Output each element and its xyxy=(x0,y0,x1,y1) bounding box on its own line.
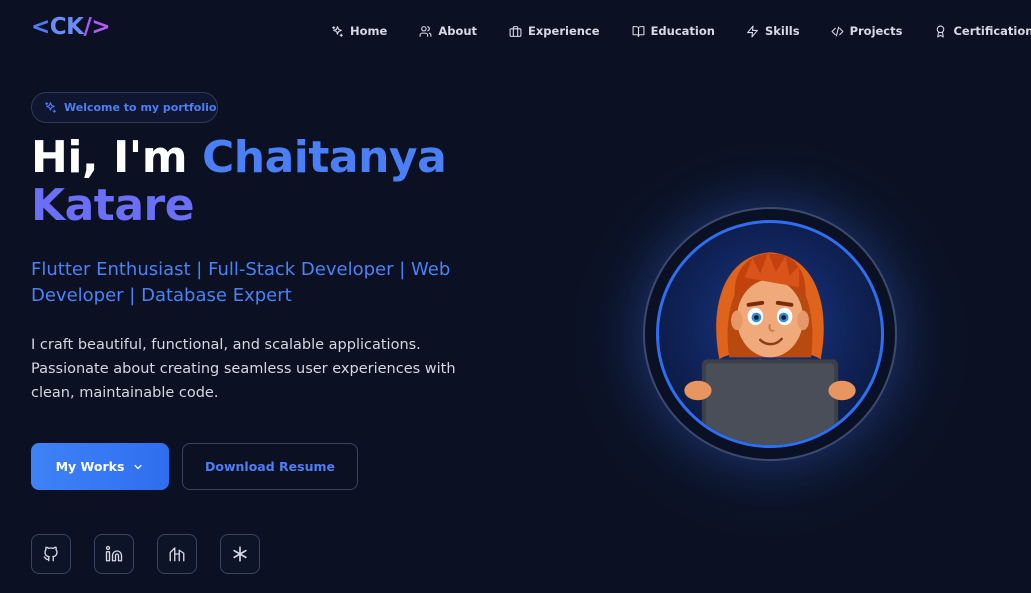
nav-label-projects: Projects xyxy=(849,24,903,38)
nav-label-about: About xyxy=(438,24,478,38)
avatar xyxy=(656,220,884,448)
hero-subtitle: Flutter Enthusiast | Full-Stack Develope… xyxy=(31,259,451,306)
social-links xyxy=(31,534,260,574)
my-works-label: My Works xyxy=(55,459,125,474)
nav-label-education: Education xyxy=(650,24,715,38)
hashnode-icon xyxy=(169,547,185,562)
social-hashnode[interactable] xyxy=(157,534,197,574)
nav-item-certifications[interactable]: Certifications xyxy=(934,22,1031,40)
nav-item-experience[interactable]: Experience xyxy=(509,22,600,40)
download-resume-label: Download Resume xyxy=(205,459,335,474)
asterisk-icon xyxy=(233,546,247,562)
nav-item-home[interactable]: Home xyxy=(331,22,387,40)
nav-label-skills: Skills xyxy=(764,24,800,38)
nav-label-home: Home xyxy=(350,24,388,38)
users-icon xyxy=(419,25,432,37)
sparkles-icon xyxy=(332,25,343,37)
sparkles-icon xyxy=(45,102,56,113)
nav-item-about[interactable]: About xyxy=(419,22,477,40)
logo-bracket-left: < xyxy=(31,14,50,40)
main-nav: Home About Experience Education Skills P… xyxy=(331,22,1031,40)
social-asterisk[interactable] xyxy=(220,534,260,574)
zap-icon xyxy=(747,25,758,37)
hero-description: I craft beautiful, functional, and scala… xyxy=(31,337,456,401)
linkedin-icon xyxy=(105,545,123,562)
navbar: <CK/> Home About Experience Education Sk… xyxy=(0,0,1031,60)
social-linkedin[interactable] xyxy=(94,534,134,574)
avatar-illustration xyxy=(684,252,856,445)
logo-initials: CK xyxy=(49,14,84,40)
chevron-down-icon xyxy=(134,464,143,469)
social-github[interactable] xyxy=(31,534,71,574)
nav-item-projects[interactable]: Projects xyxy=(831,22,903,40)
briefcase-icon xyxy=(509,25,522,37)
book-open-icon xyxy=(632,25,645,37)
nav-item-skills[interactable]: Skills xyxy=(746,22,800,40)
nav-label-certifications: Certifications xyxy=(953,24,1031,38)
github-icon xyxy=(43,546,58,562)
nav-item-education[interactable]: Education xyxy=(632,22,715,40)
hero-last-name: Katare xyxy=(31,180,195,231)
logo-bracket-right: > xyxy=(91,14,111,40)
welcome-badge: Welcome to my portfolio xyxy=(31,92,218,123)
logo[interactable]: <CK/> xyxy=(31,14,111,40)
code-icon xyxy=(831,26,844,36)
hero-title: Hi, I'm Chaitanya Katare xyxy=(31,134,501,230)
hero-greeting: Hi, I'm xyxy=(31,132,202,183)
download-resume-button[interactable]: Download Resume xyxy=(182,443,358,490)
welcome-badge-label: Welcome to my portfolio xyxy=(64,101,217,114)
hero-first-name: Chaitanya xyxy=(201,132,447,183)
my-works-button[interactable]: My Works xyxy=(31,443,169,490)
nav-label-experience: Experience xyxy=(528,24,600,38)
award-icon xyxy=(937,25,945,37)
